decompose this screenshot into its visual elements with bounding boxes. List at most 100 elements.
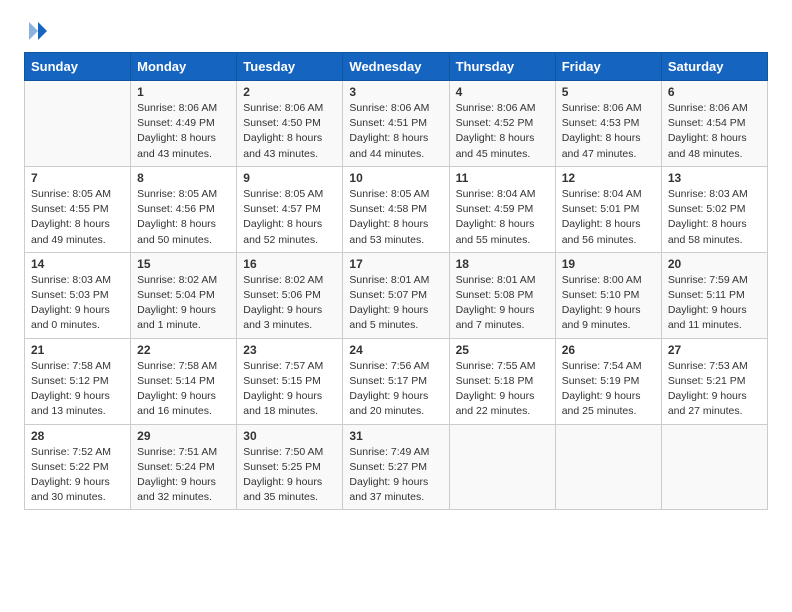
day-info-w2-d5: Sunrise: 8:04 AMSunset: 4:59 PMDaylight:… bbox=[456, 187, 549, 248]
day-number-w4-d3: 23 bbox=[243, 343, 336, 357]
col-friday: Friday bbox=[555, 53, 661, 81]
cell-w1-d2: 1 Sunrise: 8:06 AMSunset: 4:49 PMDaylight… bbox=[131, 81, 237, 167]
day-number-w2-d2: 8 bbox=[137, 171, 230, 185]
day-info-w4-d3: Sunrise: 7:57 AMSunset: 5:15 PMDaylight:… bbox=[243, 359, 336, 420]
week-row-3: 14 Sunrise: 8:03 AMSunset: 5:03 PMDayligh… bbox=[25, 252, 768, 338]
day-info-w3-d5: Sunrise: 8:01 AMSunset: 5:08 PMDaylight:… bbox=[456, 273, 549, 334]
col-wednesday: Wednesday bbox=[343, 53, 449, 81]
col-sunday: Sunday bbox=[25, 53, 131, 81]
day-info-w1-d5: Sunrise: 8:06 AMSunset: 4:52 PMDaylight:… bbox=[456, 101, 549, 162]
day-info-w5-d2: Sunrise: 7:51 AMSunset: 5:24 PMDaylight:… bbox=[137, 445, 230, 506]
day-number-w3-d7: 20 bbox=[668, 257, 761, 271]
day-info-w2-d7: Sunrise: 8:03 AMSunset: 5:02 PMDaylight:… bbox=[668, 187, 761, 248]
day-info-w3-d1: Sunrise: 8:03 AMSunset: 5:03 PMDaylight:… bbox=[31, 273, 124, 334]
day-number-w2-d5: 11 bbox=[456, 171, 549, 185]
col-tuesday: Tuesday bbox=[237, 53, 343, 81]
day-info-w1-d7: Sunrise: 8:06 AMSunset: 4:54 PMDaylight:… bbox=[668, 101, 761, 162]
col-thursday: Thursday bbox=[449, 53, 555, 81]
header-row: Sunday Monday Tuesday Wednesday Thursday… bbox=[25, 53, 768, 81]
cell-w2-d4: 10 Sunrise: 8:05 AMSunset: 4:58 PMDayligh… bbox=[343, 166, 449, 252]
cell-w3-d1: 14 Sunrise: 8:03 AMSunset: 5:03 PMDayligh… bbox=[25, 252, 131, 338]
cell-w2-d3: 9 Sunrise: 8:05 AMSunset: 4:57 PMDaylight… bbox=[237, 166, 343, 252]
day-number-w2-d4: 10 bbox=[349, 171, 442, 185]
cell-w2-d7: 13 Sunrise: 8:03 AMSunset: 5:02 PMDayligh… bbox=[661, 166, 767, 252]
cell-w5-d4: 31 Sunrise: 7:49 AMSunset: 5:27 PMDayligh… bbox=[343, 424, 449, 510]
day-info-w5-d4: Sunrise: 7:49 AMSunset: 5:27 PMDaylight:… bbox=[349, 445, 442, 506]
cell-w2-d2: 8Sunrise: 8:05 AMSunset: 4:56 PMDaylight… bbox=[131, 166, 237, 252]
cell-w1-d3: 2Sunrise: 8:06 AMSunset: 4:50 PMDaylight… bbox=[237, 81, 343, 167]
cell-w5-d2: 29 Sunrise: 7:51 AMSunset: 5:24 PMDayligh… bbox=[131, 424, 237, 510]
day-info-w3-d6: Sunrise: 8:00 AMSunset: 5:10 PMDaylight:… bbox=[562, 273, 655, 334]
day-number-w2-d3: 9 bbox=[243, 171, 336, 185]
cell-w3-d4: 17Sunrise: 8:01 AMSunset: 5:07 PMDayligh… bbox=[343, 252, 449, 338]
day-number-w2-d7: 13 bbox=[668, 171, 761, 185]
cell-w4-d4: 24Sunrise: 7:56 AMSunset: 5:17 PMDayligh… bbox=[343, 338, 449, 424]
cell-w1-d5: 4 Sunrise: 8:06 AMSunset: 4:52 PMDaylight… bbox=[449, 81, 555, 167]
cell-w1-d6: 5 Sunrise: 8:06 AMSunset: 4:53 PMDaylight… bbox=[555, 81, 661, 167]
col-saturday: Saturday bbox=[661, 53, 767, 81]
cell-w4-d1: 21 Sunrise: 7:58 AMSunset: 5:12 PMDayligh… bbox=[25, 338, 131, 424]
cell-w2-d6: 12Sunrise: 8:04 AMSunset: 5:01 PMDayligh… bbox=[555, 166, 661, 252]
day-number-w4-d7: 27 bbox=[668, 343, 761, 357]
week-row-2: 7 Sunrise: 8:05 AMSunset: 4:55 PMDaylight… bbox=[25, 166, 768, 252]
cell-w4-d7: 27 Sunrise: 7:53 AMSunset: 5:21 PMDayligh… bbox=[661, 338, 767, 424]
day-number-w3-d4: 17 bbox=[349, 257, 442, 271]
day-number-w5-d3: 30 bbox=[243, 429, 336, 443]
cell-w2-d1: 7 Sunrise: 8:05 AMSunset: 4:55 PMDaylight… bbox=[25, 166, 131, 252]
day-number-w3-d1: 14 bbox=[31, 257, 124, 271]
cell-w2-d5: 11 Sunrise: 8:04 AMSunset: 4:59 PMDayligh… bbox=[449, 166, 555, 252]
day-info-w4-d7: Sunrise: 7:53 AMSunset: 5:21 PMDaylight:… bbox=[668, 359, 761, 420]
day-number-w4-d6: 26 bbox=[562, 343, 655, 357]
cell-w5-d1: 28 Sunrise: 7:52 AMSunset: 5:22 PMDayligh… bbox=[25, 424, 131, 510]
cell-w3-d2: 15 Sunrise: 8:02 AMSunset: 5:04 PMDayligh… bbox=[131, 252, 237, 338]
day-info-w2-d3: Sunrise: 8:05 AMSunset: 4:57 PMDaylight:… bbox=[243, 187, 336, 248]
day-info-w4-d2: Sunrise: 7:58 AMSunset: 5:14 PMDaylight:… bbox=[137, 359, 230, 420]
day-number-w3-d2: 15 bbox=[137, 257, 230, 271]
day-number-w2-d1: 7 bbox=[31, 171, 124, 185]
calendar-table: Sunday Monday Tuesday Wednesday Thursday… bbox=[24, 52, 768, 510]
day-info-w4-d1: Sunrise: 7:58 AMSunset: 5:12 PMDaylight:… bbox=[31, 359, 124, 420]
cell-w5-d6 bbox=[555, 424, 661, 510]
day-info-w3-d7: Sunrise: 7:59 AMSunset: 5:11 PMDaylight:… bbox=[668, 273, 761, 334]
cell-w5-d5 bbox=[449, 424, 555, 510]
day-info-w4-d5: Sunrise: 7:55 AMSunset: 5:18 PMDaylight:… bbox=[456, 359, 549, 420]
day-info-w1-d3: Sunrise: 8:06 AMSunset: 4:50 PMDaylight:… bbox=[243, 101, 336, 162]
day-info-w1-d2: Sunrise: 8:06 AMSunset: 4:49 PMDaylight:… bbox=[137, 101, 230, 162]
week-row-5: 28 Sunrise: 7:52 AMSunset: 5:22 PMDayligh… bbox=[25, 424, 768, 510]
cell-w4-d2: 22Sunrise: 7:58 AMSunset: 5:14 PMDayligh… bbox=[131, 338, 237, 424]
day-number-w5-d2: 29 bbox=[137, 429, 230, 443]
day-number-w4-d1: 21 bbox=[31, 343, 124, 357]
day-info-w2-d1: Sunrise: 8:05 AMSunset: 4:55 PMDaylight:… bbox=[31, 187, 124, 248]
logo bbox=[24, 20, 49, 38]
cell-w1-d1 bbox=[25, 81, 131, 167]
day-number-w5-d1: 28 bbox=[31, 429, 124, 443]
day-number-w1-d5: 4 bbox=[456, 85, 549, 99]
day-info-w2-d4: Sunrise: 8:05 AMSunset: 4:58 PMDaylight:… bbox=[349, 187, 442, 248]
day-info-w3-d2: Sunrise: 8:02 AMSunset: 5:04 PMDaylight:… bbox=[137, 273, 230, 334]
day-number-w3-d3: 16 bbox=[243, 257, 336, 271]
week-row-4: 21 Sunrise: 7:58 AMSunset: 5:12 PMDayligh… bbox=[25, 338, 768, 424]
week-row-1: 1 Sunrise: 8:06 AMSunset: 4:49 PMDaylight… bbox=[25, 81, 768, 167]
cell-w1-d4: 3Sunrise: 8:06 AMSunset: 4:51 PMDaylight… bbox=[343, 81, 449, 167]
cell-w4-d3: 23 Sunrise: 7:57 AMSunset: 5:15 PMDayligh… bbox=[237, 338, 343, 424]
cell-w5-d3: 30Sunrise: 7:50 AMSunset: 5:25 PMDayligh… bbox=[237, 424, 343, 510]
day-info-w4-d4: Sunrise: 7:56 AMSunset: 5:17 PMDaylight:… bbox=[349, 359, 442, 420]
day-number-w1-d2: 1 bbox=[137, 85, 230, 99]
header bbox=[24, 20, 768, 38]
cell-w4-d5: 25Sunrise: 7:55 AMSunset: 5:18 PMDayligh… bbox=[449, 338, 555, 424]
day-number-w5-d4: 31 bbox=[349, 429, 442, 443]
day-info-w4-d6: Sunrise: 7:54 AMSunset: 5:19 PMDaylight:… bbox=[562, 359, 655, 420]
day-number-w1-d7: 6 bbox=[668, 85, 761, 99]
cell-w3-d5: 18 Sunrise: 8:01 AMSunset: 5:08 PMDayligh… bbox=[449, 252, 555, 338]
day-info-w3-d3: Sunrise: 8:02 AMSunset: 5:06 PMDaylight:… bbox=[243, 273, 336, 334]
page: Sunday Monday Tuesday Wednesday Thursday… bbox=[0, 0, 792, 526]
day-info-w1-d6: Sunrise: 8:06 AMSunset: 4:53 PMDaylight:… bbox=[562, 101, 655, 162]
cell-w4-d6: 26 Sunrise: 7:54 AMSunset: 5:19 PMDayligh… bbox=[555, 338, 661, 424]
day-number-w1-d6: 5 bbox=[562, 85, 655, 99]
day-number-w3-d6: 19 bbox=[562, 257, 655, 271]
logo-flag-icon bbox=[27, 20, 49, 42]
day-number-w1-d4: 3 bbox=[349, 85, 442, 99]
day-info-w5-d1: Sunrise: 7:52 AMSunset: 5:22 PMDaylight:… bbox=[31, 445, 124, 506]
day-number-w3-d5: 18 bbox=[456, 257, 549, 271]
cell-w3-d6: 19 Sunrise: 8:00 AMSunset: 5:10 PMDayligh… bbox=[555, 252, 661, 338]
